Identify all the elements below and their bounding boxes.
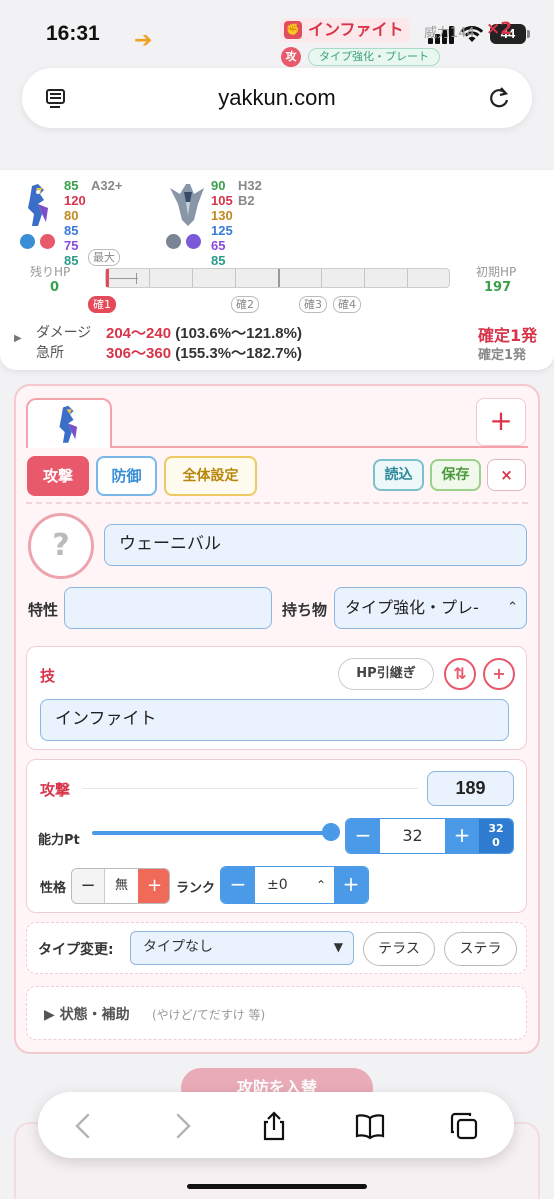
defender-level-h: H32 [238, 178, 262, 193]
type-change-label: タイプ変更: [38, 942, 114, 958]
address-bar[interactable]: yakkun.com [22, 68, 532, 128]
ev-value[interactable]: 32 [380, 819, 445, 853]
nature-plus-button[interactable]: + [138, 869, 169, 903]
summary-move-chip: ✊ インファイト [280, 18, 410, 42]
ko-result: 確定1発 [478, 326, 538, 345]
ko1-tag: 確1 [88, 296, 116, 313]
rank-label: ランク [176, 881, 216, 896]
attacker-sprite [28, 184, 48, 226]
expand-damage-icon[interactable]: ▶ [14, 333, 22, 344]
summary-move-name: インファイト [308, 20, 404, 39]
rank-plus-button[interactable]: + [334, 867, 368, 903]
rank-stepper: − ±0 ⌃ + [220, 866, 369, 904]
tab-all-settings[interactable]: 全体設定 [164, 456, 257, 496]
nature-stepper: − 無 + [71, 868, 170, 904]
hp-bar [105, 268, 450, 288]
steel-type-icon [166, 234, 181, 249]
initial-hp-label: 初期HP [476, 265, 517, 279]
stellar-button[interactable]: ステラ [444, 932, 517, 966]
stat-value[interactable]: 189 [427, 771, 514, 806]
swap-arrows-icon[interactable]: ⇅ [444, 658, 476, 690]
attack-badge: 攻 [281, 47, 301, 67]
type-change-select[interactable]: タイプなし ▼ [130, 931, 354, 965]
bookmarks-icon[interactable] [354, 1110, 386, 1142]
crit-label: 急所 [36, 345, 64, 361]
state-section-title[interactable]: ▶ 状態・補助 [44, 1004, 130, 1024]
tab-sprite [59, 405, 78, 443]
defender-level-b: B2 [238, 193, 255, 208]
ev-label: 能力Pt [38, 833, 80, 848]
damage-values: 204〜240 (103.6%〜121.8%) [106, 325, 302, 342]
select-arrows-icon: ⌃ [507, 600, 518, 615]
initial-hp-value: 197 [484, 280, 512, 295]
move-input[interactable]: インファイト [40, 699, 509, 741]
water-type-icon [20, 234, 35, 249]
crit-values: 306〜360 (155.3%〜182.7%) [106, 345, 302, 362]
tab-defense[interactable]: 防御 [96, 456, 157, 496]
attacker-level: A32+ [91, 178, 123, 193]
ev-slider-thumb[interactable] [322, 823, 340, 841]
max-tag: 最大 [88, 249, 120, 266]
ability-label: 特性 [28, 601, 59, 619]
pokemon-tab[interactable] [26, 398, 112, 448]
fighting-type-icon [40, 234, 55, 249]
item-select[interactable]: タイプ強化・プレ- ⌃ [334, 587, 527, 629]
pokemon-image-button[interactable]: ? [28, 513, 94, 579]
browser-toolbar [38, 1092, 514, 1158]
reload-icon[interactable] [486, 85, 512, 111]
stat-section-title: 攻撃 [40, 781, 71, 799]
hp-carry-button[interactable]: HP引継ぎ [338, 658, 434, 690]
arrow-right-icon: ➔ [134, 28, 153, 53]
item-label: 持ち物 [282, 601, 328, 619]
rank-minus-button[interactable]: − [221, 867, 255, 903]
ev-minus-button[interactable]: − [346, 819, 380, 853]
power-multiplier: ×2 [486, 19, 513, 39]
ev-max-toggle[interactable]: 32 0 [479, 819, 513, 853]
select-arrows-icon: ⌃ [315, 878, 326, 892]
ev-plus-button[interactable]: + [445, 819, 479, 853]
move-power: 威力144 [424, 26, 475, 41]
dragon-type-icon [186, 234, 201, 249]
nature-label: 性格 [40, 881, 67, 896]
ability-input[interactable] [64, 587, 272, 629]
back-icon[interactable] [68, 1110, 100, 1142]
ev-slider[interactable] [92, 831, 332, 835]
rank-select[interactable]: ±0 ⌃ [255, 867, 334, 903]
add-move-button[interactable]: + [483, 658, 515, 690]
crit-ko-result: 確定1発 [478, 348, 527, 363]
tabs-icon[interactable] [448, 1110, 480, 1142]
load-button[interactable]: 読込 [373, 459, 424, 491]
summary-item-chip: タイプ強化・プレート [308, 48, 440, 66]
home-indicator [187, 1184, 367, 1189]
ko2-tag: 確2 [231, 296, 259, 313]
attacker-stats: 85 120 80 85 75 85 [64, 178, 86, 268]
share-icon[interactable] [258, 1110, 290, 1142]
nature-minus-button[interactable]: − [72, 869, 105, 903]
pokemon-name-input[interactable]: ウェーニバル [104, 524, 527, 566]
tera-button[interactable]: テラス [363, 932, 435, 966]
url-text[interactable]: yakkun.com [22, 85, 532, 111]
remaining-hp-value: 0 [50, 280, 60, 295]
dropdown-arrow-icon: ▼ [333, 940, 343, 954]
state-section-hint: (やけど/てだすけ 等) [152, 1008, 266, 1022]
tab-attack[interactable]: 攻撃 [27, 456, 89, 496]
add-pokemon-button[interactable]: + [476, 398, 526, 446]
status-time: 16:31 [46, 22, 100, 45]
damage-label: ダメージ [36, 325, 92, 341]
remaining-hp-label: 残りHP [30, 265, 71, 279]
close-button[interactable]: × [487, 459, 526, 491]
defender-sprite [170, 184, 204, 226]
fist-icon: ✊ [284, 21, 302, 39]
ko3-tag: 確3 [299, 296, 327, 313]
move-section-title: 技 [40, 667, 56, 685]
forward-icon[interactable] [166, 1110, 198, 1142]
ev-stepper: − 32 + 32 0 [345, 818, 514, 854]
nature-neutral-button[interactable]: 無 [105, 869, 138, 903]
save-button[interactable]: 保存 [430, 459, 481, 491]
defender-stats: 90 105 130 125 65 85 [211, 178, 233, 268]
ko4-tag: 確4 [333, 296, 361, 313]
